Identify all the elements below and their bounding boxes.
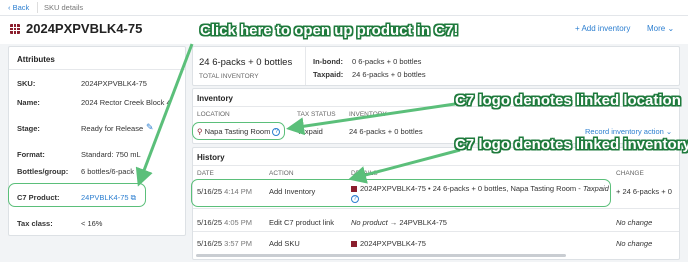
arrow-to-history (348, 148, 461, 184)
arrow-to-location (286, 102, 456, 136)
annotation-arrows (135, 43, 461, 187)
callout-linked-inventory: C7 logo denotes linked inventory (455, 136, 688, 153)
arrow-to-c7-product (135, 43, 194, 187)
callout-open-product: Click here to open up product in C7! (200, 22, 459, 39)
callout-linked-location: C7 logo denotes linked location (455, 92, 681, 109)
